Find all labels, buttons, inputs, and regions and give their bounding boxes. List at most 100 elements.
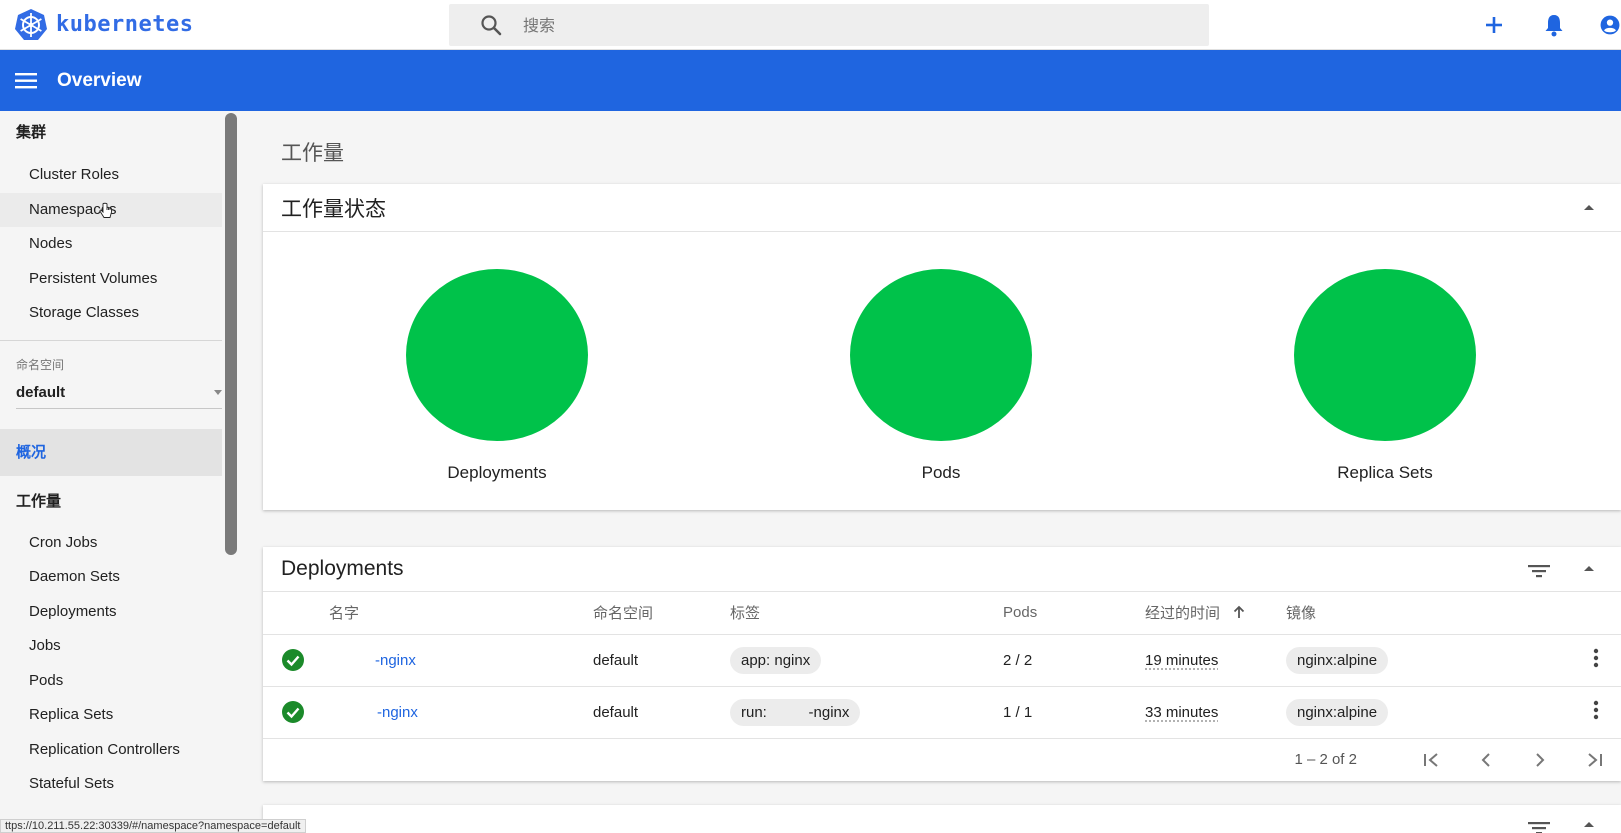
- status-circle: [406, 269, 588, 441]
- notifications-button[interactable]: [1539, 10, 1569, 40]
- account-icon: [1600, 15, 1620, 35]
- table-row: -nginx default run: -nginx 1 / 1 33 minu…: [263, 686, 1621, 739]
- last-page-button[interactable]: [1567, 739, 1621, 781]
- status-circle: [850, 269, 1032, 441]
- deployment-name-link[interactable]: -nginx: [375, 652, 416, 669]
- deployments-card: Deployments 名字 命名空间 标签 Pods 经过的时间 镜像 -ng…: [263, 547, 1621, 781]
- app-bar: Overview: [0, 50, 1621, 111]
- sidebar-scrollbar[interactable]: [225, 113, 237, 555]
- add-icon: [1486, 17, 1502, 33]
- images-cell: nginx:alpine: [1286, 634, 1571, 687]
- actions-cell: [1571, 634, 1621, 687]
- page-heading: Overview: [57, 69, 142, 91]
- pagination-range: 1 – 2 of 2: [1294, 751, 1357, 768]
- column-header-pods: Pods: [1003, 592, 1145, 635]
- sidebar-item-storage-classes[interactable]: Storage Classes: [0, 296, 222, 331]
- search-icon[interactable]: [479, 13, 503, 37]
- deployment-name-link[interactable]: -nginx: [377, 704, 418, 721]
- namespace-value: default: [16, 383, 66, 401]
- name-cell: -nginx: [329, 634, 593, 687]
- age-value: 33 minutes: [1145, 703, 1219, 721]
- sidebar-header-cluster[interactable]: 集群: [0, 113, 238, 153]
- sidebar-item-cron-jobs[interactable]: Cron Jobs: [0, 526, 222, 561]
- brand[interactable]: kubernetes: [14, 8, 444, 42]
- status-circle: [1294, 269, 1476, 441]
- namespace-select[interactable]: default: [16, 377, 222, 409]
- sidebar-item-jobs[interactable]: Jobs: [0, 629, 222, 664]
- sidebar-item-replica-sets[interactable]: Replica Sets: [0, 698, 222, 733]
- column-header-age-label: 经过的时间: [1145, 605, 1221, 623]
- status-column-header: [263, 592, 329, 635]
- more-vert-icon[interactable]: [1593, 648, 1599, 668]
- next-card: [263, 805, 1621, 833]
- status-label: Replica Sets: [1337, 463, 1433, 482]
- age-cell: 33 minutes: [1145, 686, 1286, 739]
- image-chip: nginx:alpine: [1286, 646, 1389, 674]
- first-page-button[interactable]: [1405, 739, 1459, 781]
- collapse-icon[interactable]: [1582, 563, 1596, 573]
- status-label: Deployments: [447, 463, 547, 482]
- column-header-age[interactable]: 经过的时间: [1145, 592, 1286, 635]
- label-chip: run: -nginx: [730, 698, 861, 726]
- check-circle-icon: [282, 649, 304, 671]
- sidebar-item-namespaces[interactable]: Namespaces: [0, 192, 222, 227]
- pagination: 1 – 2 of 2: [263, 739, 1621, 781]
- filter-icon[interactable]: [1527, 560, 1551, 582]
- actions-cell: [1571, 686, 1621, 739]
- card-title: 工作量状态: [281, 197, 386, 221]
- status-replica-sets[interactable]: Replica Sets: [1294, 269, 1476, 483]
- namespace-label: 命名空间: [16, 357, 65, 372]
- chevron-left-icon: [1481, 752, 1490, 767]
- browser-status-url: ttps://10.211.55.22:30339/#/namespace?na…: [0, 819, 306, 833]
- sort-ascending-icon[interactable]: [1232, 605, 1246, 619]
- search-bar[interactable]: [449, 4, 1209, 46]
- image-chip: nginx:alpine: [1286, 698, 1389, 726]
- age-cell: 19 minutes: [1145, 634, 1286, 687]
- sidebar-item-nodes[interactable]: Nodes: [0, 227, 222, 262]
- account-button[interactable]: [1599, 10, 1621, 40]
- next-page-button[interactable]: [1513, 739, 1567, 781]
- card-header: Deployments: [263, 547, 1621, 592]
- sidebar-item-stateful-sets[interactable]: Stateful Sets: [0, 767, 222, 802]
- pods-cell: 2 / 2: [1003, 634, 1145, 687]
- sidebar-item-pods[interactable]: Pods: [0, 664, 222, 699]
- age-value: 19 minutes: [1145, 651, 1219, 669]
- status-label: Pods: [921, 463, 961, 482]
- column-header-name[interactable]: 名字: [329, 592, 593, 635]
- pods-cell: 1 / 1: [1003, 686, 1145, 739]
- sidebar-item-overview[interactable]: 概况: [0, 428, 222, 476]
- page-title: 工作量: [281, 142, 344, 165]
- label-chip: app: nginx: [730, 646, 822, 674]
- labels-cell: run: -nginx: [730, 686, 1003, 739]
- workload-status-card: 工作量状态 Deployments Pods Replica Sets: [263, 184, 1621, 510]
- column-header-namespace: 命名空间: [593, 592, 730, 635]
- menu-icon[interactable]: [14, 68, 40, 94]
- collapse-icon[interactable]: [1582, 202, 1596, 212]
- sidebar-header-workloads[interactable]: 工作量: [0, 482, 238, 522]
- namespace-cell: default: [593, 686, 730, 739]
- sidebar-item-cluster-roles[interactable]: Cluster Roles: [0, 158, 222, 193]
- previous-page-button[interactable]: [1459, 739, 1513, 781]
- last-page-icon: [1588, 752, 1602, 767]
- sidebar-item-persistent-volumes[interactable]: Persistent Volumes: [0, 262, 222, 297]
- filter-icon[interactable]: [1527, 817, 1551, 833]
- brand-name: kubernetes: [56, 12, 194, 37]
- status-cell: [263, 686, 329, 739]
- main-content: 工作量 工作量状态 Deployments Pods Replica Sets: [238, 111, 1621, 833]
- name-cell: -nginx: [329, 686, 593, 739]
- column-header-images: 镜像: [1286, 592, 1571, 635]
- add-button[interactable]: [1479, 10, 1509, 40]
- dropdown-arrow-icon: [214, 389, 222, 395]
- images-cell: nginx:alpine: [1286, 686, 1571, 739]
- chevron-right-icon: [1536, 752, 1545, 767]
- more-vert-icon[interactable]: [1593, 700, 1599, 720]
- table-header-row: 名字 命名空间 标签 Pods 经过的时间 镜像: [263, 592, 1621, 635]
- status-pods[interactable]: Pods: [850, 269, 1032, 483]
- search-input[interactable]: [523, 15, 1123, 35]
- status-cell: [263, 634, 329, 687]
- status-deployments[interactable]: Deployments: [406, 269, 588, 483]
- collapse-icon[interactable]: [1582, 819, 1596, 829]
- sidebar-item-daemon-sets[interactable]: Daemon Sets: [0, 560, 222, 595]
- sidebar-item-replication-controllers[interactable]: Replication Controllers: [0, 733, 222, 768]
- sidebar-item-deployments[interactable]: Deployments: [0, 595, 222, 630]
